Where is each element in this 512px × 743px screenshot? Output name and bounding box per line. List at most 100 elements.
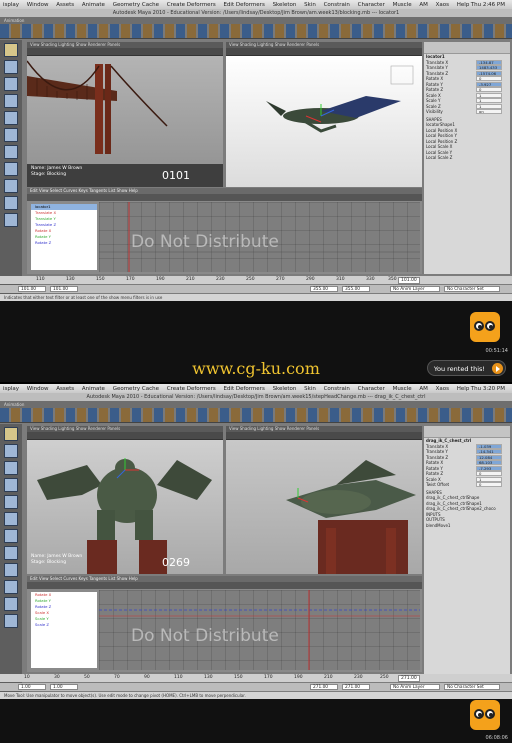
play-icon[interactable] [492,363,503,374]
layout-graph-icon[interactable] [4,580,18,594]
viewport-toolbar[interactable] [27,432,223,440]
channel-row[interactable]: Twist Offset 0 [424,482,510,488]
lasso-tool-icon[interactable] [4,444,18,458]
menu-item[interactable]: Character [355,384,388,393]
menu-item[interactable]: Create Deformers [164,384,219,393]
graph-editor[interactable]: Edit View Select Curves Keys Tangents Li… [27,188,422,274]
menu-item[interactable]: Skeleton [270,384,300,393]
character-set-field[interactable]: No Character Set [444,684,500,690]
range-start-field[interactable]: 101.00 [18,286,46,292]
channel-value[interactable]: -7.293 [476,465,502,471]
time-slider[interactable]: 110 130 150 170 190 210 230 250 270 290 … [0,276,512,284]
channel-box-header[interactable] [424,426,510,438]
shelf-tabs[interactable]: Animation [0,17,512,24]
range-end-field[interactable]: 355.00 [342,286,370,292]
anim-layer-field[interactable]: No Anim Layer [390,684,440,690]
menu-item[interactable]: Window [24,384,52,393]
range-inner-start-field[interactable]: 1.00 [50,684,78,690]
menu-item[interactable]: Muscle [390,384,415,393]
layout-graph-icon[interactable] [4,196,18,210]
channel-value[interactable]: -14.341 [476,449,502,454]
lasso-tool-icon[interactable] [4,60,18,74]
layout-four-icon[interactable] [4,162,18,176]
range-inner-start-field[interactable]: 101.00 [50,286,78,292]
channel-value[interactable]: 0 [476,87,502,92]
menu-item[interactable]: Create Deformers [164,0,219,9]
left-viewport[interactable]: View Shading Lighting Show Renderer Pane… [27,426,223,574]
menu-item[interactable]: Skin [301,384,319,393]
select-tool-icon[interactable] [4,427,18,441]
layout-two-icon[interactable] [4,563,18,577]
menu-item[interactable]: Edit Deformers [220,0,267,9]
menu-item[interactable]: Geometry Cache [110,0,162,9]
move-tool-icon[interactable] [4,77,18,91]
range-inner-end-field[interactable]: 355.00 [310,286,338,292]
right-viewport[interactable]: View Shading Lighting Show Renderer Pane… [226,42,422,187]
menu-item[interactable]: Constrain [321,0,353,9]
channel-value[interactable]: 12.084 [476,454,502,460]
channel-value[interactable]: 0 [476,482,502,487]
menu-item[interactable]: Geometry Cache [110,384,162,393]
graph-editor[interactable]: Edit View Select Curves Keys Tangents Li… [27,576,422,672]
channel-value[interactable]: -1.039 [476,443,502,449]
shelf-tabs[interactable]: Animation [0,401,512,408]
move-tool-icon[interactable] [4,461,18,475]
menu-item[interactable]: AM [416,384,431,393]
menu-item[interactable]: Skin [301,0,319,9]
menu-item[interactable]: isplay [0,384,22,393]
manipulator-tool-icon[interactable] [4,512,18,526]
channel-value[interactable]: 1 [476,98,502,103]
right-viewport[interactable]: View Shading Lighting Show Renderer Pane… [226,426,422,574]
current-frame-field[interactable]: 101.00 [398,277,420,284]
outliner-item[interactable]: Scale Z [31,622,97,628]
menu-item[interactable]: Animate [79,0,108,9]
channel-box-header[interactable] [424,42,510,54]
menu-item[interactable]: Xaos [433,384,452,393]
viewport-toolbar[interactable] [27,48,223,56]
channel-row[interactable]: Visibility on [424,109,510,115]
shape-channel[interactable]: Local Scale Z [424,155,510,161]
channel-value[interactable]: 1 [476,92,502,98]
range-end-field[interactable]: 271.00 [342,684,370,690]
channel-value[interactable]: 1 [476,476,502,482]
manipulator-tool-icon[interactable] [4,128,18,142]
anim-layer-field[interactable]: No Anim Layer [390,286,440,292]
channel-value[interactable]: on [476,109,502,114]
layout-single-icon[interactable] [4,145,18,159]
layout-single-icon[interactable] [4,529,18,543]
menu-item[interactable]: Animate [79,384,108,393]
layout-four-icon[interactable] [4,546,18,560]
shelf-icons[interactable] [0,408,512,422]
time-slider[interactable]: 10 30 50 70 90 110 130 150 170 190 210 2… [0,674,512,682]
channel-value[interactable]: 1 [476,103,502,109]
channel-value[interactable]: 0 [476,471,502,476]
graph-outliner[interactable]: locator1 Translate X Translate Y Transla… [31,204,97,270]
scale-tool-icon[interactable] [4,111,18,125]
graph-editor-toolbar[interactable] [27,194,422,201]
rented-badge[interactable]: You rented this! [426,360,506,376]
range-inner-end-field[interactable]: 271.00 [310,684,338,690]
channel-value[interactable]: -134.87 [476,59,502,65]
menu-item[interactable]: Xaos [433,0,452,9]
output-name[interactable]: blendMove1 [424,523,510,529]
viewport-toolbar[interactable] [226,48,422,56]
channel-value[interactable]: 68.103 [476,460,502,465]
menu-item[interactable]: Edit Deformers [220,384,267,393]
shelf-icons[interactable] [0,24,512,38]
channel-value[interactable]: -3.927 [476,81,502,87]
menu-item[interactable]: Character [355,0,388,9]
menu-item[interactable]: isplay [0,0,22,9]
layout-outliner-icon[interactable] [4,213,18,227]
menu-item[interactable]: AM [416,0,431,9]
range-start-field[interactable]: 1.00 [18,684,46,690]
scale-tool-icon[interactable] [4,495,18,509]
viewport-toolbar[interactable] [226,432,422,440]
current-frame-field[interactable]: 271.00 [398,675,420,682]
menu-item[interactable]: Assets [53,384,77,393]
layout-outliner-icon[interactable] [4,597,18,611]
layout-two-icon[interactable] [4,179,18,193]
menu-item[interactable]: Window [24,0,52,9]
left-viewport[interactable]: View Shading Lighting Show Renderer Pane… [27,42,223,187]
character-set-field[interactable]: No Character Set [444,286,500,292]
rotate-tool-icon[interactable] [4,94,18,108]
